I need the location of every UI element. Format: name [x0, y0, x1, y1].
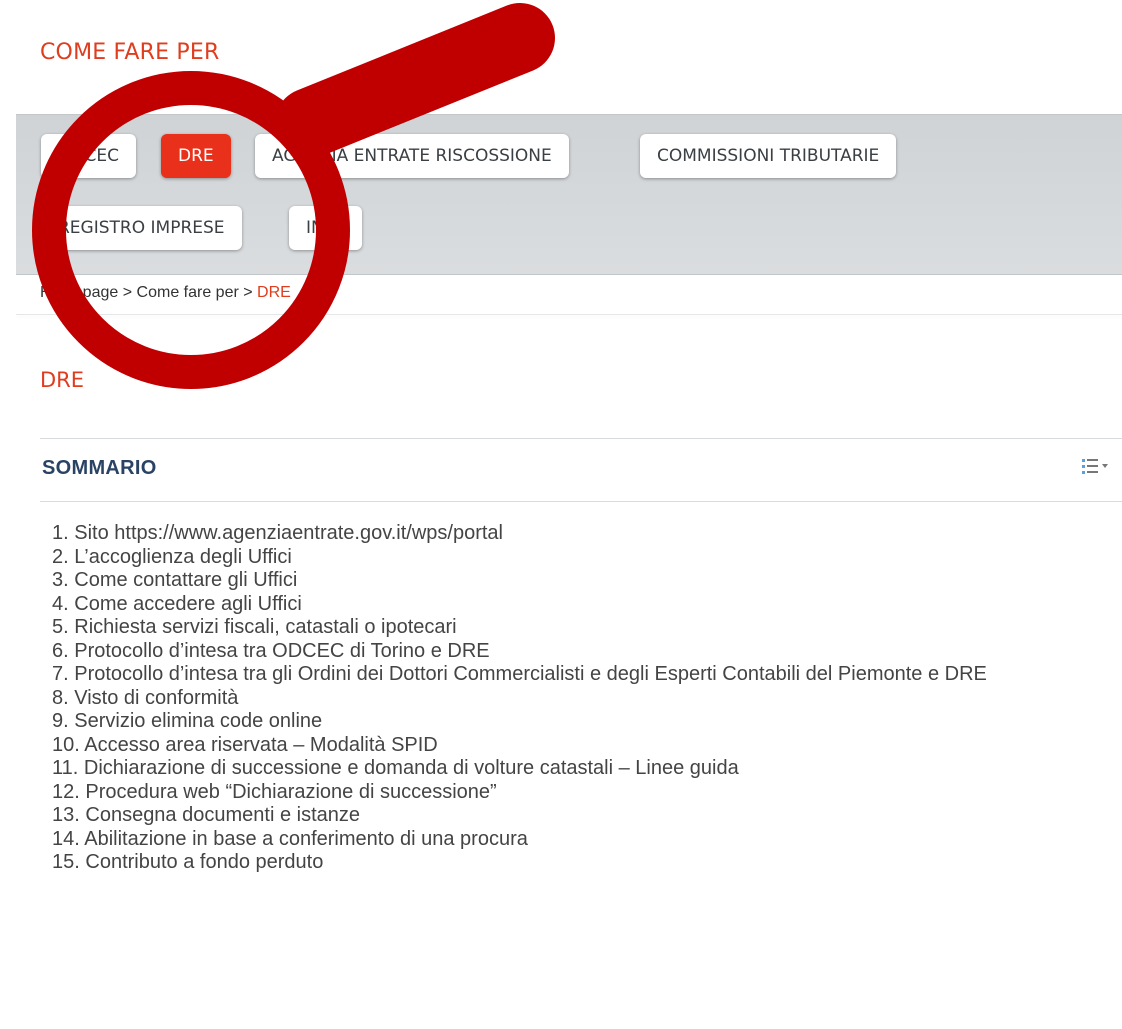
toc-title: SOMMARIO [42, 457, 157, 479]
toc-divider-bottom [40, 501, 1122, 502]
toc-item[interactable]: 4. Come accedere agli Uffici [40, 593, 1100, 617]
tab-commissioni-tributarie[interactable]: COMMISSIONI TRIBUTARIE [640, 134, 897, 178]
toc-item[interactable]: 5. Richiesta servizi fiscali, catastali … [40, 616, 1100, 640]
category-tab-bar: ODCEC DRE AGENZIA ENTRATE RISCOSSIONE CO… [16, 114, 1122, 275]
toc-item[interactable]: 15. Contributo a fondo perduto [40, 851, 1100, 875]
header-divider [16, 314, 1122, 315]
breadcrumb-parent[interactable]: Come fare per [137, 284, 239, 301]
toc-item[interactable]: 12. Procedura web “Dichiarazione di succ… [40, 781, 1100, 805]
toc-item[interactable]: 7. Protocollo d’intesa tra gli Ordini de… [40, 663, 1100, 687]
tab-agenzia-entrate-riscossione[interactable]: AGENZIA ENTRATE RISCOSSIONE [255, 134, 569, 178]
breadcrumb-separator: > [243, 284, 253, 301]
toc-toggle-button[interactable] [1082, 454, 1122, 480]
list-toggle-icon [1082, 459, 1108, 474]
breadcrumb: Homepage > Come fare per > DRE [40, 284, 291, 302]
toc-item[interactable]: 14. Abilitazione in base a conferimento … [40, 828, 1100, 852]
breadcrumb-home[interactable]: Homepage [40, 284, 118, 301]
tab-odcec[interactable]: ODCEC [41, 134, 136, 178]
toc-item[interactable]: 3. Come contattare gli Uffici [40, 569, 1100, 593]
toc-item[interactable]: 10. Accesso area riservata – Modalità SP… [40, 734, 1100, 758]
toc-item[interactable]: 13. Consegna documenti e istanze [40, 804, 1100, 828]
toc-divider-top [40, 438, 1122, 439]
page-title: DRE [40, 368, 85, 392]
tab-inps[interactable]: INPS [289, 206, 362, 250]
toc-item[interactable]: 9. Servizio elimina code online [40, 710, 1100, 734]
tab-registro-imprese[interactable]: REGISTRO IMPRESE [41, 206, 242, 250]
toc-item[interactable]: 2. L’accoglienza degli Uffici [40, 546, 1100, 570]
toc-list: 1. Sito https://www.agenziaentrate.gov.i… [40, 522, 1100, 875]
toc-item[interactable]: 11. Dichiarazione di successione e doman… [40, 757, 1100, 781]
breadcrumb-separator: > [122, 284, 133, 301]
toc-item[interactable]: 6. Protocollo d’intesa tra ODCEC di Tori… [40, 640, 1100, 664]
toc-item[interactable]: 1. Sito https://www.agenziaentrate.gov.i… [40, 522, 1100, 546]
breadcrumb-current: DRE [257, 284, 291, 301]
tab-dre[interactable]: DRE [161, 134, 231, 178]
toc-item[interactable]: 8. Visto di conformità [40, 687, 1100, 711]
section-title: COME FARE PER [40, 40, 220, 65]
